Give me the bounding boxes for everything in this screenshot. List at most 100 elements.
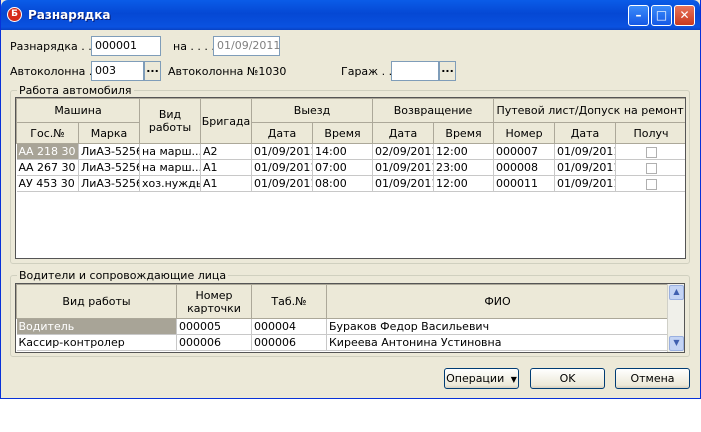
cell-gos[interactable]: АУ 453 30 — [16, 175, 79, 192]
maximize-button[interactable]: □ — [651, 5, 672, 26]
avtokolonna-name: Автоколонна №1030 — [168, 65, 287, 78]
cell-pl-nomer[interactable]: 000011 — [493, 175, 556, 192]
header-mashina[interactable]: Машина — [16, 98, 141, 123]
poluch-checkbox[interactable] — [645, 178, 657, 190]
header-marka[interactable]: Марка — [77, 122, 141, 144]
cell-kartochka[interactable]: 000005 — [176, 318, 252, 335]
header-gos-no[interactable]: Гос.№ — [16, 122, 79, 144]
cell-pl-nomer[interactable]: 000007 — [493, 143, 556, 160]
header-vozvrashchenie[interactable]: Возвращение — [372, 98, 495, 123]
table-row[interactable]: Водитель 000005 000004 Бураков Федор Вас… — [16, 318, 669, 335]
chevron-down-icon: ▼ — [673, 338, 680, 347]
cell-poluch — [615, 143, 685, 160]
table-row[interactable]: Кассир-контролер 000006 000006 Киреева А… — [16, 334, 669, 351]
vehicles-group-title: Работа автомобиля — [17, 84, 134, 97]
cell-tab[interactable]: 000006 — [251, 334, 327, 351]
cell-brigada[interactable]: А1 — [200, 159, 253, 176]
table-row[interactable]: АА 267 30 ЛиАЗ-5256 на марш... А1 01/09/… — [16, 159, 685, 176]
minimize-icon: – — [635, 8, 642, 22]
header-vyezd-time[interactable]: Время — [312, 122, 374, 144]
vehicles-grid[interactable]: Машина Вид работы Бригада Выезд Возвраще… — [15, 97, 686, 259]
header-poluch[interactable]: Получ — [615, 122, 685, 144]
drivers-group-title: Водители и сопровождающие лица — [17, 269, 229, 282]
cell-fio[interactable]: Киреева Антонина Устиновна — [326, 334, 669, 351]
ok-button[interactable]: OK — [530, 368, 605, 389]
header-pl-date[interactable]: Дата — [554, 122, 617, 144]
poluch-checkbox[interactable] — [645, 146, 657, 158]
header-vozv-time[interactable]: Время — [433, 122, 495, 144]
header-fio[interactable]: ФИО — [326, 284, 669, 319]
header-vid-raboty[interactable]: Вид работы — [139, 98, 202, 144]
table-row[interactable]: АУ 453 30 ЛиАЗ-5256 хоз.нужды А1 01/09/2… — [16, 175, 685, 192]
cell-poluch — [615, 159, 685, 176]
cell-marka[interactable]: ЛиАЗ-5256 — [78, 175, 141, 192]
avtokolonna-input[interactable]: 003 — [91, 61, 144, 81]
scroll-down-button[interactable]: ▼ — [669, 336, 684, 351]
header-nomer-kartochki[interactable]: Номер карточки — [176, 284, 252, 319]
cell-vozv-time[interactable]: 12:00 — [433, 175, 495, 192]
header-driver-vid-raboty[interactable]: Вид работы — [16, 284, 177, 319]
header-brigada[interactable]: Бригада — [200, 98, 253, 144]
close-icon: ✕ — [679, 8, 690, 22]
cell-brigada[interactable]: А1 — [200, 175, 253, 192]
garage-label: Гараж . . — [341, 65, 393, 78]
header-tab-no[interactable]: Таб.№ — [251, 284, 327, 319]
raznaryadka-window: Б Разнарядка – □ ✕ Разнарядка . . 000001… — [0, 0, 701, 399]
drivers-grid[interactable]: Вид работы Номер карточки Таб.№ ФИО Води… — [15, 283, 685, 353]
cell-vozv-date[interactable]: 02/09/2011 — [372, 143, 435, 160]
raznaryadka-label: Разнарядка . . — [10, 40, 92, 53]
cell-vyezd-time[interactable]: 07:00 — [312, 159, 374, 176]
drivers-scrollbar[interactable]: ▲ ▼ — [667, 284, 684, 352]
cell-fio[interactable]: Бураков Федор Васильевич — [326, 318, 669, 335]
cell-marka[interactable]: ЛиАЗ-5256 — [78, 159, 141, 176]
avtokolonna-label: Автоколонна . . — [10, 65, 100, 78]
cell-pl-date[interactable]: 01/09/2011 — [554, 159, 617, 176]
cell-kartochka[interactable]: 000006 — [176, 334, 252, 351]
table-row[interactable]: АА 218 30 ЛиАЗ-5256 на марш... А2 01/09/… — [16, 143, 685, 160]
operations-button[interactable]: Операции ▼ — [444, 368, 519, 389]
date-input[interactable]: 01/09/2011 — [213, 36, 280, 56]
raznaryadka-number-input[interactable]: 000001 — [91, 36, 161, 56]
avtokolonna-lookup-button[interactable]: ... — [144, 61, 161, 81]
poluch-checkbox[interactable] — [645, 162, 657, 174]
header-vozv-date[interactable]: Дата — [372, 122, 435, 144]
cell-driver-vid[interactable]: Водитель — [16, 318, 177, 335]
cell-vyezd-time[interactable]: 14:00 — [312, 143, 374, 160]
garage-input[interactable] — [391, 61, 439, 81]
header-vyezd[interactable]: Выезд — [251, 98, 374, 123]
window-title: Разнарядка — [28, 8, 111, 22]
chevron-up-icon: ▲ — [673, 287, 680, 296]
cell-pl-date[interactable]: 01/09/2011 — [554, 175, 617, 192]
cell-pl-date[interactable]: 01/09/2011 — [554, 143, 617, 160]
cell-vid[interactable]: на марш... — [139, 143, 202, 160]
header-pl-nomer[interactable]: Номер — [493, 122, 556, 144]
cell-vyezd-date[interactable]: 01/09/2011 — [251, 143, 314, 160]
cell-vyezd-time[interactable]: 08:00 — [312, 175, 374, 192]
app-icon[interactable]: Б — [7, 7, 22, 22]
scroll-up-button[interactable]: ▲ — [669, 285, 684, 300]
cell-gos[interactable]: АА 218 30 — [16, 143, 79, 160]
header-vyezd-date[interactable]: Дата — [251, 122, 314, 144]
cell-vozv-date[interactable]: 01/09/2011 — [372, 159, 435, 176]
cell-vid[interactable]: хоз.нужды — [139, 175, 202, 192]
cell-vozv-time[interactable]: 23:00 — [433, 159, 495, 176]
cell-vozv-date[interactable]: 01/09/2011 — [372, 175, 435, 192]
cell-marka[interactable]: ЛиАЗ-5256 — [78, 143, 141, 160]
cell-brigada[interactable]: А2 — [200, 143, 253, 160]
cancel-button[interactable]: Отмена — [615, 368, 690, 389]
cell-vyezd-date[interactable]: 01/09/2011 — [251, 175, 314, 192]
header-putevoy-list[interactable]: Путевой лист/Допуск на ремонт — [493, 98, 685, 123]
minimize-button[interactable]: – — [628, 5, 649, 26]
dropdown-arrow-icon: ▼ — [510, 375, 517, 384]
cell-vozv-time[interactable]: 12:00 — [433, 143, 495, 160]
cell-vyezd-date[interactable]: 01/09/2011 — [251, 159, 314, 176]
title-bar[interactable]: Б Разнарядка – □ ✕ — [1, 0, 700, 30]
cell-tab[interactable]: 000004 — [251, 318, 327, 335]
cell-gos[interactable]: АА 267 30 — [16, 159, 79, 176]
garage-lookup-button[interactable]: ... — [439, 61, 456, 81]
cell-vid[interactable]: на марш... — [139, 159, 202, 176]
cell-poluch — [615, 175, 685, 192]
cell-driver-vid[interactable]: Кассир-контролер — [16, 334, 177, 351]
cell-pl-nomer[interactable]: 000008 — [493, 159, 556, 176]
close-button[interactable]: ✕ — [674, 5, 695, 26]
